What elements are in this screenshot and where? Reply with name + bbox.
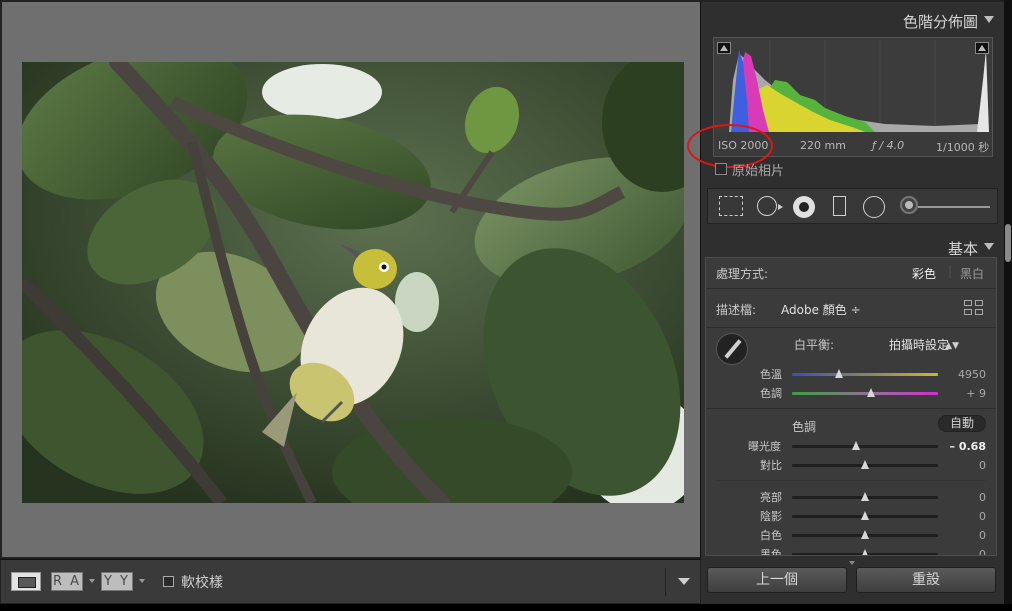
bird-photo-image	[22, 62, 684, 503]
blacks-value[interactable]: 0	[936, 548, 986, 555]
histogram-graph	[715, 40, 991, 132]
original-photo-checkbox[interactable]	[715, 163, 727, 175]
tint-label: 色調	[760, 387, 782, 400]
highlights-value[interactable]: 0	[936, 491, 986, 504]
histogram-title: 色階分佈圖	[902, 13, 978, 31]
previous-settings-button[interactable]: 上一個	[707, 567, 847, 593]
exposure-label: 曝光度	[748, 440, 781, 453]
tint-value[interactable]: + 9	[936, 387, 986, 400]
before-after-left-right-button[interactable]: R A	[51, 572, 83, 591]
chevron-down-icon[interactable]	[89, 579, 95, 583]
tool-strip	[707, 188, 998, 224]
shadows-value[interactable]: 0	[936, 510, 986, 523]
contrast-value[interactable]: 0	[936, 459, 986, 472]
wb-select[interactable]: 拍攝時設定	[889, 336, 949, 353]
panel-scrollbar[interactable]	[1004, 0, 1012, 611]
tone-label: 色調	[792, 420, 817, 434]
basic-title: 基本	[947, 240, 978, 258]
blacks-label: 黑色	[760, 548, 782, 556]
whites-slider[interactable]	[792, 530, 938, 539]
histogram-panel-header[interactable]: 色階分佈圖	[701, 4, 1004, 34]
treatment-separator: |	[948, 264, 953, 278]
white-balance-eyedropper-icon[interactable]	[716, 333, 748, 365]
exposure-slider[interactable]	[792, 441, 938, 450]
graduated-filter-icon[interactable]	[833, 196, 846, 216]
histogram[interactable]: ISO 2000 220 mm ƒ / 4.0 1/1000 秒	[687, 37, 993, 168]
profile-browser-grid-icon[interactable]	[964, 300, 984, 316]
divider	[716, 480, 986, 481]
radial-filter-icon[interactable]	[863, 196, 885, 218]
treatment-label: 處理方式:	[716, 267, 769, 281]
chevron-updown-icon[interactable]: ▲▼	[945, 341, 959, 351]
blacks-slider[interactable]	[792, 549, 938, 555]
before-after-top-bottom-button[interactable]: Y Y	[101, 572, 133, 591]
treatment-bw-option[interactable]: 黑白	[960, 265, 984, 282]
photo-viewer	[0, 0, 701, 559]
highlights-label: 亮部	[760, 491, 782, 504]
highlights-slider-thumb[interactable]	[861, 492, 869, 501]
whites-label: 白色	[760, 529, 782, 542]
exif-focal-length: 220 mm	[800, 139, 846, 152]
adjustment-brush-icon[interactable]	[900, 196, 918, 214]
shadow-clipping-button[interactable]	[717, 42, 731, 54]
spot-arrow-icon	[778, 204, 783, 210]
tint-slider[interactable]	[792, 388, 938, 397]
shadows-slider[interactable]	[792, 511, 938, 520]
develop-right-panel: 色階分佈圖 ISO 2000 220 mm ƒ / 4.0 1/1000 秒 原…	[687, 0, 1004, 604]
toolbar-divider	[665, 568, 666, 596]
temp-value[interactable]: 4950	[936, 368, 986, 381]
loupe-view-button[interactable]	[11, 572, 41, 591]
spot-removal-icon[interactable]	[757, 196, 777, 216]
highlight-clipping-button[interactable]	[975, 42, 989, 54]
tint-slider-thumb[interactable]	[866, 388, 875, 397]
wb-label: 白平衡:	[794, 338, 835, 352]
original-photo-label: 原始相片	[732, 164, 785, 179]
exposure-slider-thumb[interactable]	[852, 441, 861, 450]
profile-select[interactable]: Adobe 顏色 ÷	[781, 301, 861, 318]
crop-tool-icon[interactable]	[719, 196, 743, 216]
blacks-slider-thumb[interactable]	[861, 549, 869, 555]
contrast-label: 對比	[760, 459, 782, 472]
panel-scrollbar-thumb[interactable]	[1005, 224, 1011, 262]
red-eye-icon[interactable]	[793, 196, 815, 218]
filmstrip-edge	[0, 604, 1012, 611]
main-photo[interactable]	[22, 62, 684, 503]
whites-value[interactable]: 0	[936, 529, 986, 542]
collapse-triangle-icon[interactable]	[984, 243, 994, 250]
divider	[706, 327, 996, 328]
temp-slider-thumb[interactable]	[834, 369, 843, 378]
collapse-triangle-icon[interactable]	[984, 16, 994, 23]
treatment-color-option[interactable]: 彩色	[912, 265, 936, 282]
softproof-label: 軟校樣	[181, 575, 223, 591]
softproof-checkbox[interactable]	[163, 576, 174, 587]
exif-aperture: ƒ / 4.0	[872, 139, 905, 152]
highlights-slider[interactable]	[792, 492, 938, 501]
temp-slider[interactable]	[792, 369, 938, 378]
reset-button[interactable]: 重設	[856, 567, 996, 593]
chevron-down-icon[interactable]	[139, 579, 145, 583]
viewer-toolbar: R A Y Y 軟校樣	[0, 559, 701, 604]
shadows-slider-thumb[interactable]	[861, 511, 869, 520]
brush-slider-track[interactable]	[918, 206, 990, 208]
exposure-value[interactable]: – 0.68	[936, 440, 986, 453]
exif-shutter-speed: 1/1000 秒	[936, 141, 990, 154]
shadows-label: 陰影	[760, 510, 782, 523]
whites-slider-thumb[interactable]	[861, 530, 869, 539]
basic-panel: 處理方式: 彩色 | 黑白 描述檔: Adobe 顏色 ÷ 白平衡: 拍攝時設定…	[705, 257, 997, 556]
auto-tone-button[interactable]: 自動	[938, 415, 986, 432]
profile-label: 描述檔:	[716, 303, 757, 317]
temp-label: 色溫	[760, 368, 782, 381]
divider	[706, 288, 996, 289]
panel-scroll-down-icon[interactable]	[849, 561, 855, 565]
toolbar-menu-chevron-icon[interactable]	[678, 578, 690, 585]
divider	[706, 408, 996, 409]
contrast-slider-thumb[interactable]	[861, 460, 869, 469]
contrast-slider[interactable]	[792, 460, 938, 469]
